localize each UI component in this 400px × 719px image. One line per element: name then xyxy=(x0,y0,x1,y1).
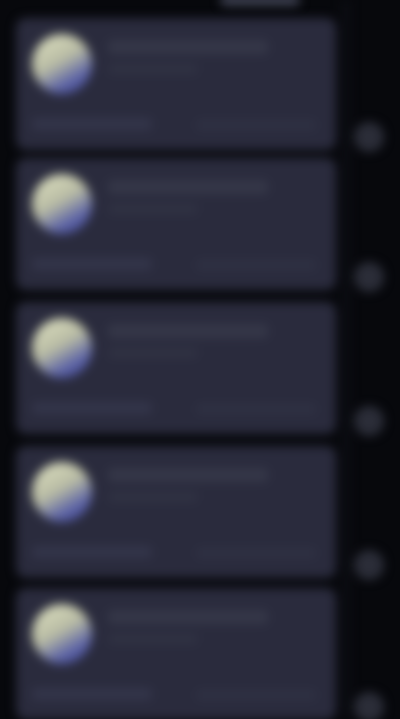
more-icon[interactable] xyxy=(354,406,384,436)
card-title xyxy=(108,468,268,482)
card-footer xyxy=(32,118,152,130)
avatar xyxy=(32,462,92,522)
more-icon[interactable] xyxy=(354,262,384,292)
card-meta xyxy=(196,120,316,130)
more-icon[interactable] xyxy=(354,122,384,152)
card-title xyxy=(108,40,268,54)
feed-card[interactable] xyxy=(16,302,336,434)
list-item[interactable] xyxy=(0,302,400,436)
card-subtitle xyxy=(108,204,198,214)
list-item[interactable] xyxy=(0,158,400,292)
card-footer xyxy=(32,402,152,414)
avatar xyxy=(32,604,92,664)
card-title xyxy=(108,610,268,624)
card-footer xyxy=(32,546,152,558)
more-icon[interactable] xyxy=(354,550,384,580)
card-footer xyxy=(32,258,152,270)
card-subtitle xyxy=(108,64,198,74)
avatar xyxy=(32,34,92,94)
card-title xyxy=(108,324,268,338)
card-meta xyxy=(196,260,316,270)
card-subtitle xyxy=(108,348,198,358)
avatar xyxy=(32,318,92,378)
card-title xyxy=(108,180,268,194)
feed-card[interactable] xyxy=(16,18,336,150)
list-item[interactable] xyxy=(0,446,400,580)
card-meta xyxy=(196,404,316,414)
app-screen xyxy=(0,0,400,719)
feed-card[interactable] xyxy=(16,158,336,290)
card-meta xyxy=(196,690,316,700)
card-meta xyxy=(196,548,316,558)
feed-card[interactable] xyxy=(16,446,336,578)
avatar xyxy=(32,174,92,234)
list-item[interactable] xyxy=(0,18,400,152)
card-subtitle xyxy=(108,634,198,644)
more-icon[interactable] xyxy=(354,692,384,719)
feed-card[interactable] xyxy=(16,588,336,719)
list-item[interactable] xyxy=(0,588,400,719)
card-subtitle xyxy=(108,492,198,502)
feed-list xyxy=(0,0,400,719)
card-footer xyxy=(32,688,152,700)
